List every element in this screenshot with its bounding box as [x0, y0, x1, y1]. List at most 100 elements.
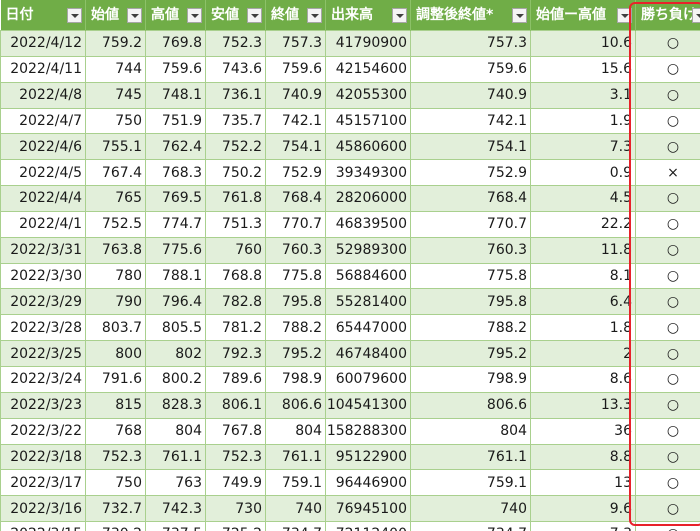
- cell-date[interactable]: 2022/3/25: [0, 340, 86, 367]
- cell-open-minus-high[interactable]: 15.6: [530, 55, 636, 83]
- cell-adj-close[interactable]: 798.9: [410, 365, 531, 393]
- cell-volume[interactable]: 56884600: [325, 262, 411, 290]
- cell-date[interactable]: 2022/4/4: [0, 185, 86, 212]
- filter-dropdown-icon[interactable]: [247, 8, 262, 23]
- cell-open-minus-high[interactable]: 8.1: [530, 262, 636, 290]
- filter-dropdown-icon[interactable]: [692, 8, 700, 23]
- cell-open[interactable]: 803.7: [85, 314, 146, 342]
- cell-open-minus-high[interactable]: 9.6: [530, 495, 636, 523]
- cell-low[interactable]: 789.6: [205, 365, 266, 393]
- cell-low[interactable]: 792.3: [205, 340, 266, 367]
- cell-low[interactable]: 736.1: [205, 81, 266, 109]
- cell-open-minus-high[interactable]: 1.8: [530, 314, 636, 342]
- cell-date[interactable]: 2022/4/6: [0, 133, 86, 161]
- cell-adj-close[interactable]: 759.6: [410, 55, 531, 83]
- cell-win-lose[interactable]: ○: [635, 443, 700, 471]
- cell-open[interactable]: 815: [85, 391, 146, 419]
- cell-volume[interactable]: 28206000: [325, 185, 411, 212]
- cell-close[interactable]: 804: [265, 417, 326, 445]
- cell-adj-close[interactable]: 768.4: [410, 185, 531, 212]
- column-header-win-lose[interactable]: 勝ち負け: [635, 0, 700, 31]
- cell-open-minus-high[interactable]: 0.9: [530, 159, 636, 187]
- cell-high[interactable]: 769.5: [145, 185, 206, 212]
- cell-low[interactable]: 768.8: [205, 262, 266, 290]
- cell-open-minus-high[interactable]: 6.4: [530, 288, 636, 316]
- cell-adj-close[interactable]: 754.1: [410, 133, 531, 161]
- cell-open-minus-high[interactable]: 7.3: [530, 133, 636, 161]
- cell-win-lose[interactable]: ○: [635, 340, 700, 367]
- cell-win-lose[interactable]: ○: [635, 314, 700, 342]
- cell-date[interactable]: 2022/4/5: [0, 159, 86, 187]
- cell-high[interactable]: 775.6: [145, 236, 206, 264]
- filter-dropdown-icon[interactable]: [187, 8, 202, 23]
- cell-open[interactable]: 755.1: [85, 133, 146, 161]
- cell-volume[interactable]: 46748400: [325, 340, 411, 367]
- cell-adj-close[interactable]: 759.1: [410, 469, 531, 497]
- cell-low[interactable]: 735.7: [205, 107, 266, 135]
- cell-close[interactable]: 761.1: [265, 443, 326, 471]
- cell-open-minus-high[interactable]: 13.3: [530, 391, 636, 419]
- cell-volume[interactable]: 76945100: [325, 495, 411, 523]
- cell-win-lose[interactable]: ○: [635, 81, 700, 109]
- cell-win-lose[interactable]: ○: [635, 185, 700, 212]
- cell-close[interactable]: 757.3: [265, 30, 326, 57]
- column-header-volume[interactable]: 出来高: [325, 0, 411, 31]
- cell-high[interactable]: 761.1: [145, 443, 206, 471]
- cell-volume[interactable]: 55281400: [325, 288, 411, 316]
- cell-date[interactable]: 2022/4/12: [0, 30, 86, 57]
- cell-close[interactable]: 752.9: [265, 159, 326, 187]
- cell-close[interactable]: 754.1: [265, 133, 326, 161]
- cell-volume[interactable]: 96446900: [325, 469, 411, 497]
- cell-low[interactable]: 750.2: [205, 159, 266, 187]
- cell-open[interactable]: 752.5: [85, 210, 146, 238]
- cell-open-minus-high[interactable]: 22.2: [530, 210, 636, 238]
- filter-dropdown-icon[interactable]: [617, 8, 632, 23]
- cell-adj-close[interactable]: 795.8: [410, 288, 531, 316]
- cell-high[interactable]: 828.3: [145, 391, 206, 419]
- cell-high[interactable]: 802: [145, 340, 206, 367]
- cell-date[interactable]: 2022/4/8: [0, 81, 86, 109]
- cell-win-lose[interactable]: ○: [635, 521, 700, 531]
- cell-high[interactable]: 737.5: [145, 521, 206, 531]
- cell-volume[interactable]: 46839500: [325, 210, 411, 238]
- filter-dropdown-icon[interactable]: [127, 8, 142, 23]
- cell-open[interactable]: 730.2: [85, 521, 146, 531]
- cell-date[interactable]: 2022/3/29: [0, 288, 86, 316]
- cell-adj-close[interactable]: 760.3: [410, 236, 531, 264]
- cell-open-minus-high[interactable]: 3.1: [530, 81, 636, 109]
- cell-date[interactable]: 2022/3/23: [0, 391, 86, 419]
- cell-win-lose[interactable]: ○: [635, 107, 700, 135]
- cell-win-lose[interactable]: ○: [635, 133, 700, 161]
- cell-low[interactable]: 760: [205, 236, 266, 264]
- cell-low[interactable]: 751.3: [205, 210, 266, 238]
- column-header-close[interactable]: 終値: [265, 0, 326, 31]
- cell-low[interactable]: 781.2: [205, 314, 266, 342]
- cell-close[interactable]: 759.6: [265, 55, 326, 83]
- cell-close[interactable]: 759.1: [265, 469, 326, 497]
- cell-open[interactable]: 732.7: [85, 495, 146, 523]
- cell-open-minus-high[interactable]: 8.6: [530, 365, 636, 393]
- cell-win-lose[interactable]: ○: [635, 417, 700, 445]
- cell-open-minus-high[interactable]: 4.5: [530, 185, 636, 212]
- cell-adj-close[interactable]: 742.1: [410, 107, 531, 135]
- cell-open[interactable]: 759.2: [85, 30, 146, 57]
- filter-dropdown-icon[interactable]: [67, 8, 82, 23]
- cell-close[interactable]: 795.2: [265, 340, 326, 367]
- cell-close[interactable]: 798.9: [265, 365, 326, 393]
- cell-volume[interactable]: 52989300: [325, 236, 411, 264]
- cell-adj-close[interactable]: 740.9: [410, 81, 531, 109]
- cell-adj-close[interactable]: 752.9: [410, 159, 531, 187]
- cell-open[interactable]: 744: [85, 55, 146, 83]
- cell-open[interactable]: 763.8: [85, 236, 146, 264]
- cell-volume[interactable]: 45860600: [325, 133, 411, 161]
- cell-win-lose[interactable]: ○: [635, 469, 700, 497]
- cell-adj-close[interactable]: 788.2: [410, 314, 531, 342]
- cell-high[interactable]: 805.5: [145, 314, 206, 342]
- cell-win-lose[interactable]: ○: [635, 262, 700, 290]
- cell-adj-close[interactable]: 757.3: [410, 30, 531, 57]
- cell-low[interactable]: 725.2: [205, 521, 266, 531]
- cell-close[interactable]: 795.8: [265, 288, 326, 316]
- column-header-high[interactable]: 高値: [145, 0, 206, 31]
- column-header-open[interactable]: 始値: [85, 0, 146, 31]
- cell-low[interactable]: 730: [205, 495, 266, 523]
